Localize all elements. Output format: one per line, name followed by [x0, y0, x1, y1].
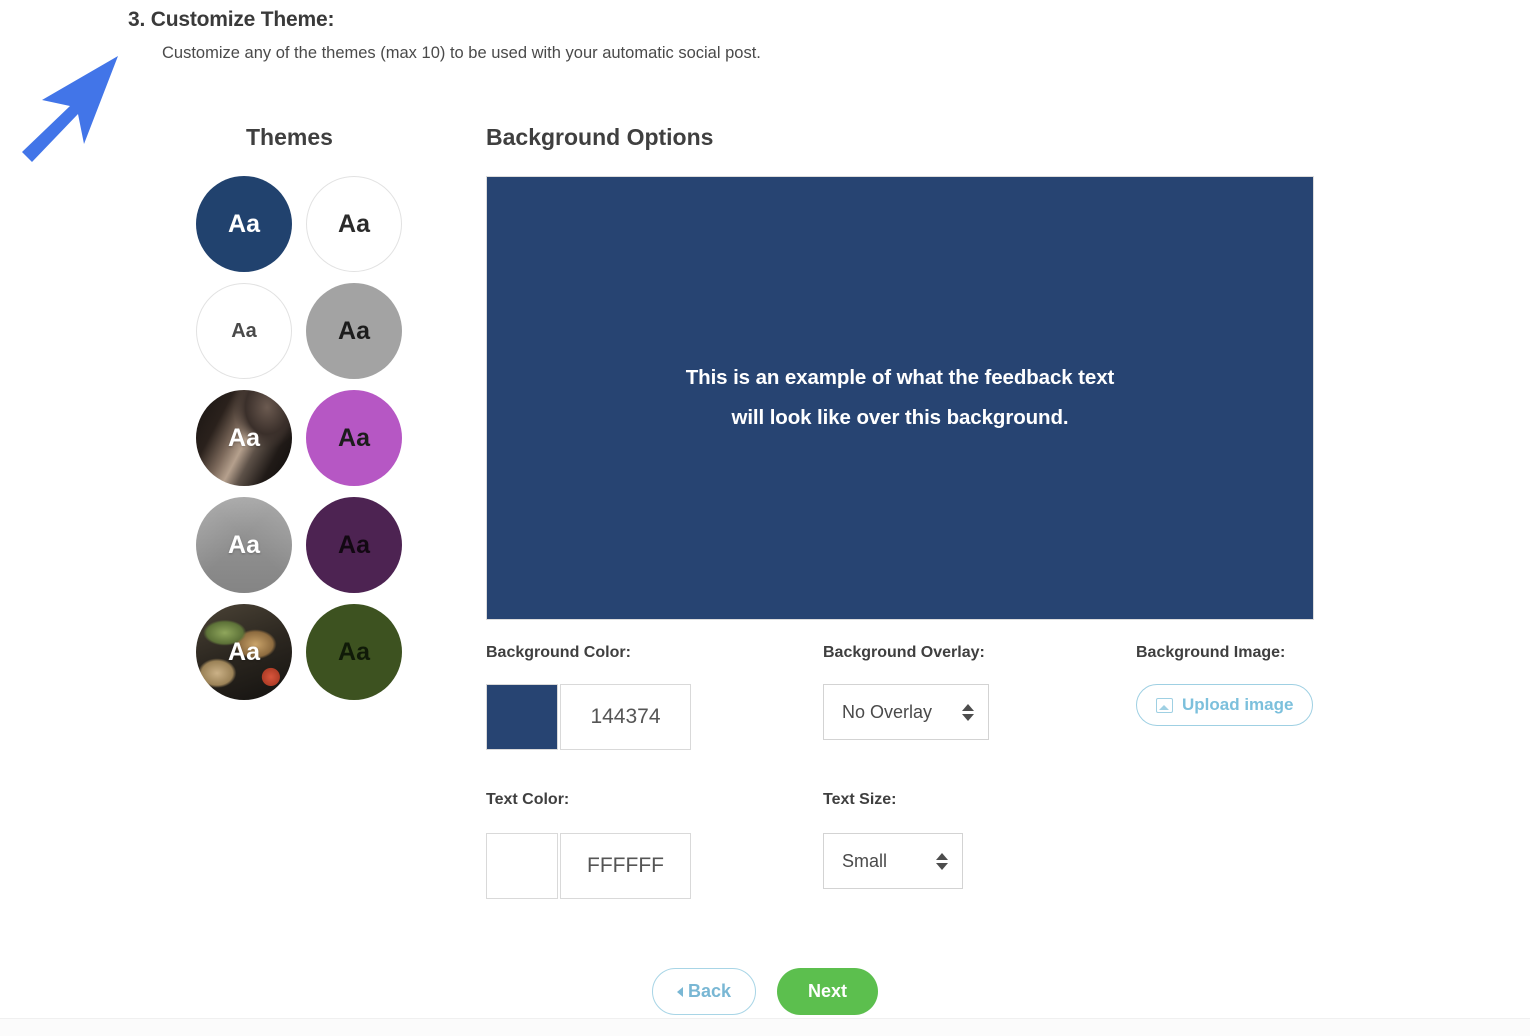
chevron-left-icon [676, 986, 683, 997]
background-color-swatch[interactable] [486, 684, 558, 750]
theme-magenta[interactable]: Aa [306, 390, 402, 486]
page-bottom-edge [0, 1018, 1530, 1036]
theme-dark-purple[interactable]: Aa [306, 497, 402, 593]
background-image-label: Background Image: [1136, 644, 1286, 661]
preview-text-line-2: will look like over this background. [731, 406, 1069, 429]
theme-sample-label: Aa [338, 209, 370, 238]
background-color-control: 144374 [486, 684, 691, 750]
theme-white-small[interactable]: Aa [196, 283, 292, 379]
background-overlay-select[interactable]: No Overlay [823, 684, 989, 740]
theme-sample-label: Aa [338, 316, 370, 345]
theme-gray[interactable]: Aa [306, 283, 402, 379]
upload-image-button[interactable]: Upload image [1136, 684, 1314, 726]
themes-heading: Themes [246, 124, 333, 150]
theme-sample-label: Aa [338, 637, 370, 666]
text-color-label: Text Color: [486, 791, 570, 808]
next-button-label: Next [808, 981, 848, 1001]
theme-photo-envelope[interactable]: Aa [196, 497, 292, 593]
theme-photo-portrait[interactable]: Aa [196, 390, 292, 486]
page-title: 3. Customize Theme: [128, 8, 335, 31]
background-color-label: Background Color: [486, 644, 631, 661]
theme-white-outline[interactable]: Aa [306, 176, 402, 272]
theme-olive-green[interactable]: Aa [306, 604, 402, 700]
theme-navy[interactable]: Aa [196, 176, 292, 272]
upload-image-label: Upload image [1182, 695, 1294, 714]
theme-sample-label: Aa [338, 530, 370, 559]
wizard-navigation: Back Next [0, 968, 1530, 1015]
text-size-label: Text Size: [823, 791, 897, 808]
preview-text-line-1: This is an example of what the feedback … [685, 366, 1115, 390]
text-size-value: Small [842, 850, 888, 871]
preview-text: This is an example of what the feedback … [646, 358, 1155, 438]
text-color-control: FFFFFF [486, 833, 691, 899]
back-button-label: Back [687, 981, 731, 1001]
background-options-heading: Background Options [486, 124, 714, 150]
text-color-hex-input[interactable]: FFFFFF [560, 833, 691, 899]
background-overlay-value: No Overlay [842, 701, 933, 722]
theme-sample-label: Aa [228, 530, 260, 559]
background-overlay-label: Background Overlay: [823, 644, 985, 661]
theme-photo-food[interactable]: Aa [196, 604, 292, 700]
theme-sample-label: Aa [231, 319, 257, 342]
next-button[interactable]: Next [777, 968, 879, 1015]
image-icon [1156, 697, 1173, 713]
background-preview: This is an example of what the feedback … [486, 176, 1314, 620]
text-size-select[interactable]: Small [823, 833, 963, 889]
theme-sample-label: Aa [228, 423, 260, 452]
themes-grid: Aa Aa Aa Aa Aa Aa Aa Aa Aa Aa [196, 176, 402, 700]
theme-sample-label: Aa [228, 637, 260, 666]
spinner-arrows-icon [936, 852, 948, 870]
text-color-swatch[interactable] [486, 833, 558, 899]
theme-sample-label: Aa [338, 423, 370, 452]
arrow-cursor-icon [22, 56, 118, 162]
page-subtitle: Customize any of the themes (max 10) to … [162, 44, 761, 62]
spinner-arrows-icon [962, 703, 974, 721]
background-color-hex-input[interactable]: 144374 [560, 684, 691, 750]
theme-sample-label: Aa [228, 209, 260, 238]
customize-theme-page: 3. Customize Theme: Customize any of the… [0, 0, 1530, 1036]
back-button[interactable]: Back [651, 968, 756, 1015]
